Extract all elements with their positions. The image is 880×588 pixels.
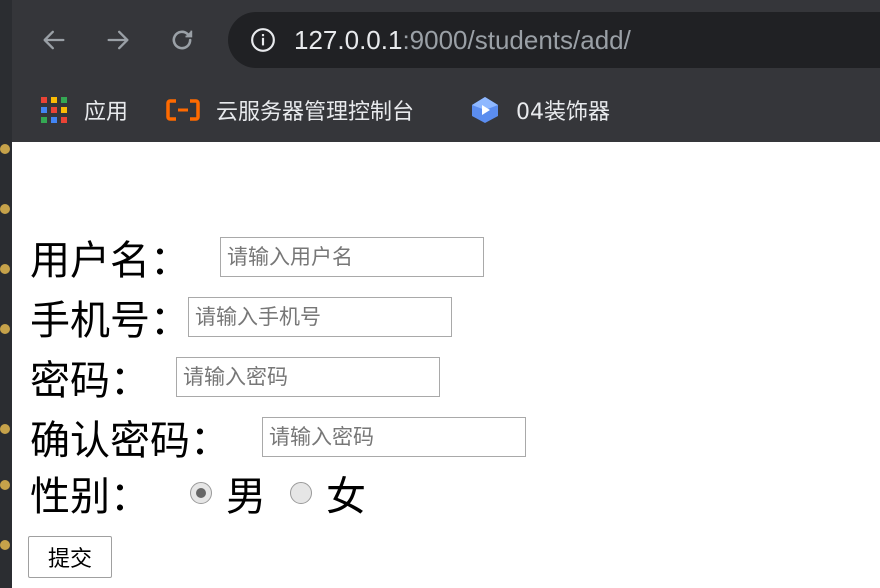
bookmark-apps-label: 应用 bbox=[84, 100, 129, 125]
gem-icon bbox=[470, 95, 500, 125]
username-label: 用户名： bbox=[30, 238, 190, 284]
username-row: 用户名： bbox=[30, 228, 484, 286]
gender-row: 性别： 男 女 bbox=[30, 464, 366, 522]
phone-input[interactable] bbox=[188, 297, 452, 337]
bookmark-cloud-console-label: 云服务器管理控制台 bbox=[216, 100, 415, 125]
confirm-password-input[interactable] bbox=[262, 417, 526, 457]
background-window-edge bbox=[0, 0, 12, 588]
phone-row: 手机号： bbox=[30, 288, 452, 346]
page-content: 用户名： 手机号： 密码： 确认密码： 性别： 男 女 提交 bbox=[12, 142, 880, 588]
back-arrow-icon bbox=[43, 30, 65, 50]
apps-grid-icon bbox=[40, 96, 68, 124]
bookmarks-bar: 应用 云服务器管理控制台 04装饰器 bbox=[0, 80, 880, 143]
confirm-password-label: 确认密码： bbox=[30, 418, 230, 464]
aliyun-icon bbox=[166, 98, 200, 122]
gender-label: 性别： bbox=[30, 474, 150, 520]
url-host: 127.0.0.1 bbox=[294, 25, 403, 55]
bookmark-decorators[interactable]: 04装饰器 bbox=[470, 92, 610, 128]
back-button[interactable] bbox=[36, 22, 72, 58]
submit-button[interactable]: 提交 bbox=[28, 536, 112, 578]
forward-arrow-icon bbox=[107, 30, 129, 50]
gender-female-label: 女 bbox=[326, 474, 366, 520]
gender-female-radio[interactable] bbox=[290, 482, 312, 504]
gender-male-label: 男 bbox=[226, 474, 266, 520]
forward-button[interactable] bbox=[100, 22, 136, 58]
username-input[interactable] bbox=[220, 237, 484, 277]
gender-male-radio[interactable] bbox=[190, 482, 212, 504]
bookmark-apps[interactable]: 应用 bbox=[40, 92, 128, 128]
password-input[interactable] bbox=[176, 357, 440, 397]
bookmark-decorators-label: 04装饰器 bbox=[516, 100, 610, 125]
phone-label: 手机号： bbox=[30, 298, 190, 344]
site-info-icon[interactable] bbox=[250, 27, 276, 57]
browser-toolbar: 127.0.0.1:9000/students/add/ bbox=[0, 0, 880, 80]
password-label: 密码： bbox=[30, 358, 150, 404]
url-text: 127.0.0.1:9000/students/add/ bbox=[294, 24, 631, 56]
reload-button[interactable] bbox=[164, 22, 200, 58]
address-bar[interactable]: 127.0.0.1:9000/students/add/ bbox=[228, 12, 880, 68]
reload-icon bbox=[172, 30, 193, 50]
bookmark-cloud-console[interactable]: 云服务器管理控制台 bbox=[166, 92, 414, 128]
password-row: 密码： bbox=[30, 348, 440, 406]
url-path: :9000/students/add/ bbox=[402, 25, 631, 55]
confirm-password-row: 确认密码： bbox=[30, 408, 526, 466]
